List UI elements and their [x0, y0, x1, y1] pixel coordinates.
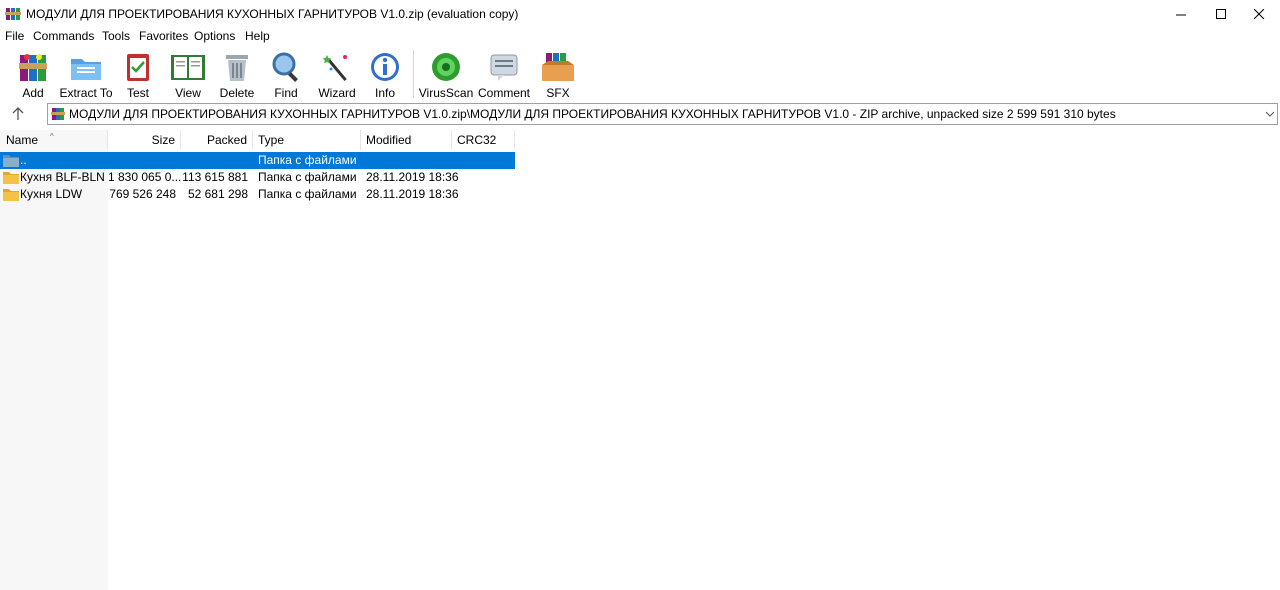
list-item-folder[interactable]: Кухня BLF-BLN 1 830 065 0... 113 615 881… [0, 169, 515, 186]
row-modified: 28.11.2019 18:36 [366, 170, 459, 184]
column-size-label: Size [151, 133, 175, 147]
menu-help[interactable]: Help [245, 29, 270, 43]
folder-icon [3, 189, 19, 201]
row-modified: 28.11.2019 18:36 [366, 187, 459, 201]
row-name: Кухня LDW [20, 187, 83, 201]
row-packed: 52 681 298 [187, 187, 248, 201]
winrar-app-icon [5, 8, 21, 20]
menu-tools[interactable]: Tools [102, 29, 130, 43]
column-size[interactable]: Size [108, 130, 181, 150]
row-type: Папка с файлами [258, 170, 357, 184]
find-magnifier-icon [272, 52, 298, 82]
row-type: Папка с файлами [258, 153, 357, 167]
folder-icon [3, 172, 19, 184]
archive-icon [51, 108, 65, 120]
column-headers: ^ Name Size Packed Type Modified CRC32 [0, 130, 515, 150]
list-item-parent[interactable]: .. Папка с файлами [0, 152, 515, 169]
row-name: .. [20, 153, 27, 167]
extract-folder-icon [71, 59, 101, 80]
view-book-icon [171, 55, 205, 80]
wizard-button[interactable]: Wizard [318, 50, 356, 100]
address-path: МОДУЛИ ДЛЯ ПРОЕКТИРОВАНИЯ КУХОННЫХ ГАРНИ… [69, 107, 1116, 121]
sfx-button[interactable]: SFX [539, 50, 577, 100]
add-label: Add [22, 86, 44, 100]
virusscan-icon [432, 53, 460, 81]
toolbar-separator [413, 50, 414, 98]
row-packed: 113 615 881 [182, 170, 248, 184]
info-label: Info [374, 86, 395, 100]
find-button[interactable]: Find [268, 50, 304, 100]
column-name[interactable]: ^ Name [0, 130, 108, 150]
parent-folder-icon [3, 155, 19, 167]
comment-button[interactable]: Comment [478, 50, 531, 100]
column-type[interactable]: Type [253, 130, 361, 150]
menu-file[interactable]: File [5, 29, 24, 43]
comment-label: Comment [478, 86, 531, 100]
column-modified-label: Modified [366, 133, 412, 147]
comment-icon [490, 54, 518, 81]
delete-button[interactable]: Delete [218, 50, 256, 100]
wizard-wand-icon [322, 55, 347, 82]
menu-commands[interactable]: Commands [33, 29, 94, 43]
column-name-label: Name [6, 133, 39, 147]
address-bar: МОДУЛИ ДЛЯ ПРОЕКТИРОВАНИЯ КУХОННЫХ ГАРНИ… [0, 103, 1280, 127]
wizard-label: Wizard [318, 86, 356, 100]
test-label: Test [126, 86, 149, 100]
delete-label: Delete [219, 86, 255, 100]
address-field[interactable]: МОДУЛИ ДЛЯ ПРОЕКТИРОВАНИЯ КУХОННЫХ ГАРНИ… [47, 103, 1278, 125]
extract-to-button[interactable]: Extract To [59, 50, 113, 100]
virusscan-button[interactable]: VirusScan [418, 50, 474, 100]
find-label: Find [274, 86, 298, 100]
file-list: ^ Name Size Packed Type Modified CRC32 .… [0, 130, 1280, 590]
close-button[interactable] [1236, 0, 1280, 28]
delete-trash-icon [226, 55, 248, 81]
test-clipboard-icon [127, 54, 149, 81]
column-type-label: Type [258, 133, 285, 147]
view-label: View [175, 86, 201, 100]
add-archive-icon [19, 54, 47, 81]
menu-options[interactable]: Options [194, 29, 235, 43]
extract-to-label: Extract To [59, 86, 113, 100]
test-button[interactable]: Test [121, 50, 155, 100]
list-item-folder[interactable]: Кухня LDW 769 526 248 52 681 298 Папка с… [0, 186, 515, 203]
row-size: 1 830 065 0... [108, 170, 182, 184]
column-packed-label: Packed [206, 133, 247, 147]
info-button[interactable]: Info [368, 50, 402, 100]
sfx-label: SFX [546, 86, 570, 100]
window-title: МОДУЛИ ДЛЯ ПРОЕКТИРОВАНИЯ КУХОННЫХ ГАРНИ… [26, 7, 519, 21]
row-name: Кухня BLF-BLN [20, 170, 105, 184]
virusscan-label: VirusScan [418, 86, 474, 100]
minimize-icon [1175, 14, 1186, 15]
menu-bar: File Commands Tools Favorites Options He… [0, 28, 1280, 44]
toolbar: Add Extract To Test View Delete Find Wiz… [0, 46, 1280, 100]
column-packed[interactable]: Packed [181, 130, 253, 150]
maximize-icon [1215, 8, 1226, 19]
info-icon [371, 53, 399, 81]
sort-ascending-icon: ^ [50, 132, 54, 141]
column-modified[interactable]: Modified [361, 130, 452, 150]
row-type: Папка с файлами [258, 187, 357, 201]
close-icon [1253, 8, 1264, 19]
column-crc32-label: CRC32 [457, 133, 497, 147]
row-size: 769 526 248 [109, 187, 176, 201]
up-arrow-icon[interactable] [10, 106, 26, 122]
view-button[interactable]: View [168, 50, 208, 100]
sfx-box-icon [542, 53, 574, 81]
menu-favorites[interactable]: Favorites [139, 29, 188, 43]
chevron-down-icon[interactable] [1265, 107, 1275, 121]
column-crc32[interactable]: CRC32 [452, 130, 515, 150]
title-bar: МОДУЛИ ДЛЯ ПРОЕКТИРОВАНИЯ КУХОННЫХ ГАРНИ… [0, 0, 1280, 28]
add-button[interactable]: Add [14, 50, 52, 100]
